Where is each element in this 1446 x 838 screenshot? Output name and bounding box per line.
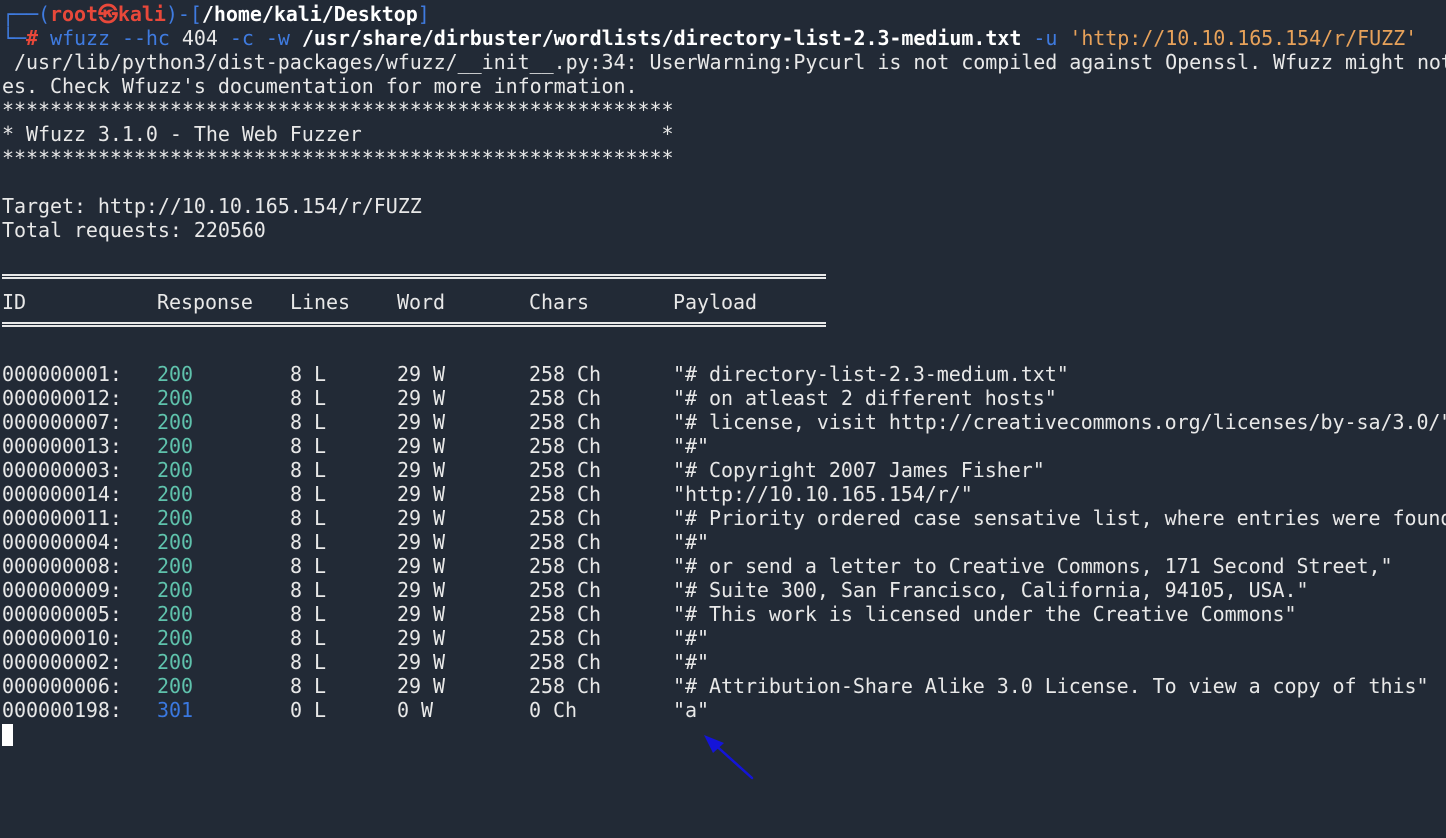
arrow-annotation-icon (704, 735, 754, 780)
terminal-window[interactable]: ┌──(root㉿kali)-[/home/kali/Desktop] └─# … (0, 0, 1446, 838)
